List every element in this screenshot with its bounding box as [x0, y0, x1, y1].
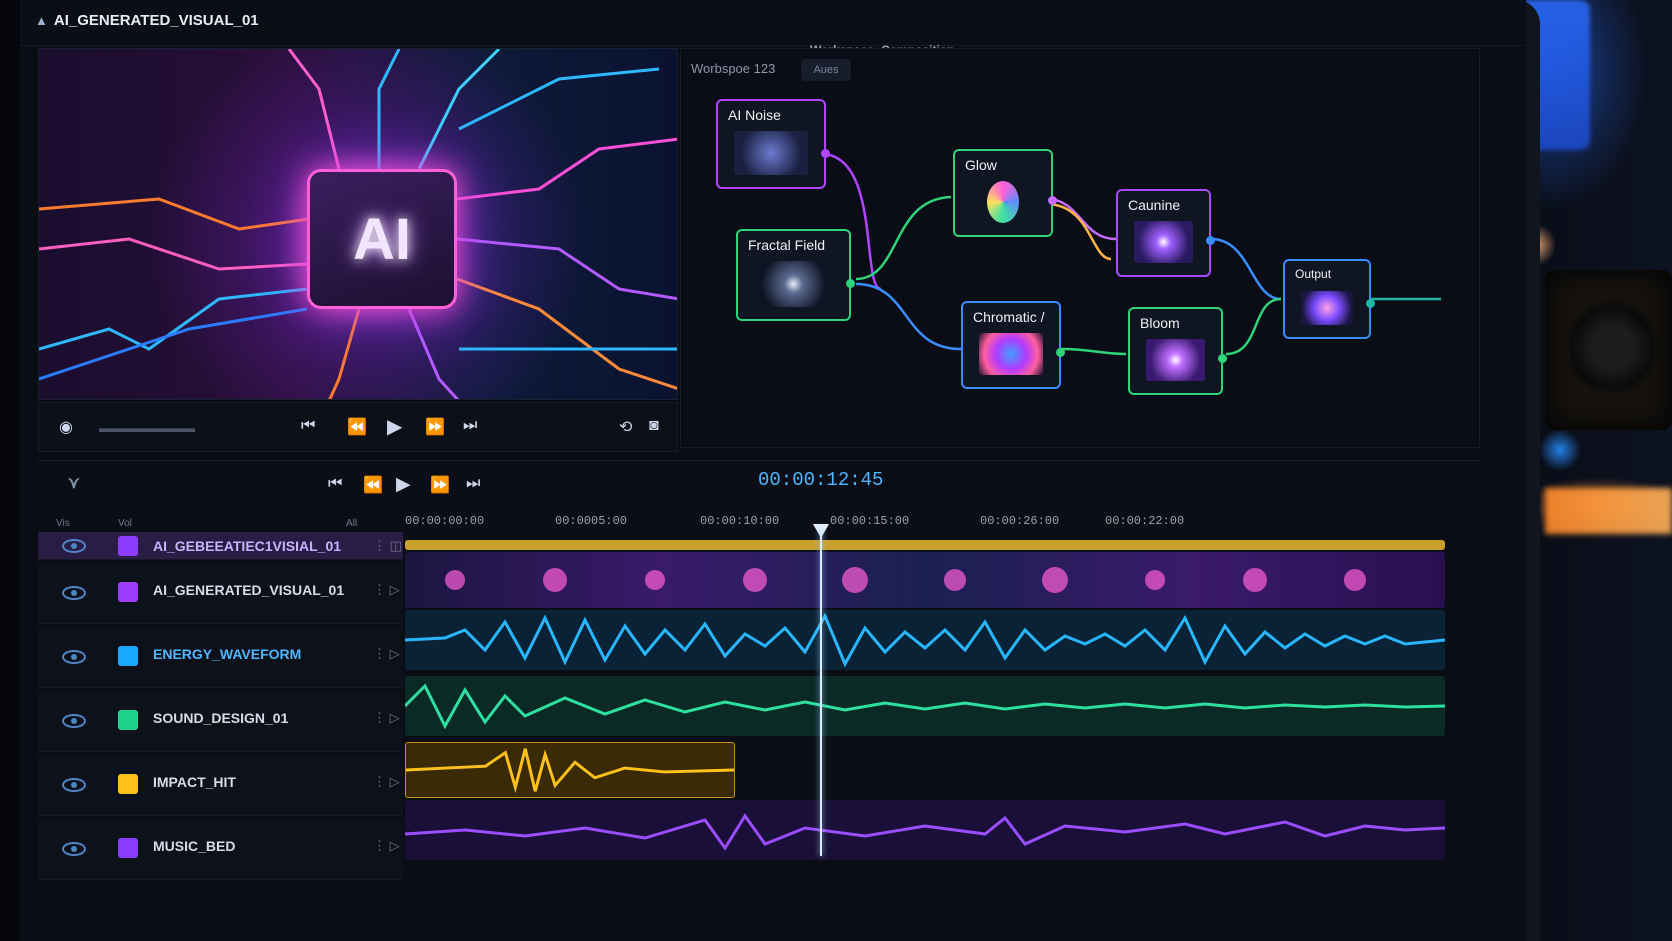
next-frame-icon[interactable]: ⏩	[425, 417, 445, 437]
ruler-tick: 00:00:26:00	[980, 514, 1060, 528]
node-caunine[interactable]: Caunine	[1116, 189, 1215, 277]
eye-icon[interactable]	[62, 539, 86, 553]
visibility-icon[interactable]: ◉	[59, 417, 73, 437]
track-header[interactable]: IMPACT_HIT ⋮ ▷	[38, 754, 403, 816]
monitor-screen: ▲ AI_GENERATED_VISUAL_01 Workspace: Comp…	[20, 0, 1540, 941]
clip-impact-hit[interactable]	[405, 742, 735, 798]
track-options-icon[interactable]: ⋮ ▷	[373, 646, 400, 662]
column-all: All	[346, 518, 358, 529]
node-glow[interactable]: Glow	[953, 149, 1057, 237]
track-header[interactable]: SOUND_DESIGN_01 ⋮ ▷	[38, 690, 403, 752]
snapshot-icon[interactable]: ◙	[649, 417, 659, 435]
waveform-energy	[405, 612, 1445, 668]
track-color-swatch	[118, 838, 138, 858]
node-graph[interactable]: Worbspoe 123 Aues AI Noise Fractal Field	[680, 48, 1480, 448]
step-back-icon[interactable]: ⏮	[301, 417, 315, 435]
node-label: Chromatic /	[973, 309, 1045, 325]
preview-transport: ◉ ▬▬▬▬▬▬▬▬ ⏮ ⏪ ▶ ⏩ ⏭ ⟲ ◙	[38, 402, 678, 452]
node-bloom[interactable]: Bloom	[1128, 307, 1227, 395]
track-options-icon[interactable]: ⋮ ▷	[373, 838, 400, 854]
track-color-swatch	[118, 774, 138, 794]
ruler-tick: 00:0005:00	[555, 514, 628, 528]
clip-sound-design[interactable]	[405, 676, 1445, 736]
node-label: Output	[1295, 267, 1332, 281]
ruler-tick: 00:00:10:00	[700, 514, 780, 528]
track-color-swatch	[118, 646, 138, 666]
column-volume: Vol	[118, 518, 132, 529]
track-header[interactable]: AI_GEBEEATIEC1VISIAL_01 ⋮ ◫	[38, 532, 403, 560]
tl-go-end-icon[interactable]: ⏭	[466, 475, 480, 493]
app-title: ▲ AI_GENERATED_VISUAL_01	[35, 12, 259, 29]
tl-next-icon[interactable]: ⏩	[430, 475, 450, 495]
tl-play-icon[interactable]: ▶	[396, 473, 411, 496]
preview-scrub-bar[interactable]: ▬▬▬▬▬▬▬▬	[99, 421, 195, 435]
work-area-bar[interactable]	[405, 540, 1445, 550]
clip-ai-generated-visual[interactable]	[405, 552, 1445, 608]
track-color-swatch	[118, 710, 138, 730]
eye-icon[interactable]	[62, 650, 86, 664]
waveform-sound-design	[405, 683, 1445, 730]
video-preview[interactable]: AI	[38, 48, 678, 400]
track-options-icon[interactable]: ⋮ ▷	[373, 582, 400, 598]
node-fractal-field[interactable]: Fractal Field	[736, 229, 855, 321]
track-color-swatch	[118, 582, 138, 602]
track-header[interactable]: ENERGY_WAVEFORM ⋮ ▷	[38, 626, 403, 688]
node-label: Fractal Field	[748, 237, 826, 253]
track-options-icon[interactable]: ⋮ ▷	[373, 774, 400, 790]
column-visibility: Vis	[56, 518, 70, 529]
ruler-tick: 00:00:22:00	[1105, 514, 1185, 528]
ruler-tick: 00:00:00:00	[405, 514, 485, 528]
eye-icon[interactable]	[62, 714, 86, 728]
ambient-orange-light	[1545, 488, 1672, 534]
track-name: AI_GEBEEATIEC1VISIAL_01	[153, 538, 342, 554]
timecode-display: 00:00:12:45	[758, 469, 884, 491]
track-name: MUSIC_BED	[153, 838, 236, 854]
track-options-icon[interactable]: ⋮ ▷	[373, 710, 400, 726]
ruler-tick: 00:00:15:00	[830, 514, 910, 528]
track-name: ENERGY_WAVEFORM	[153, 646, 302, 662]
prev-frame-icon[interactable]: ⏪	[347, 417, 367, 437]
clip-energy-waveform[interactable]	[405, 610, 1445, 670]
chip-text: AI	[353, 206, 411, 272]
node-label: Caunine	[1128, 197, 1181, 213]
node-chromatic[interactable]: Chromatic /	[961, 301, 1065, 389]
node-label: Glow	[965, 157, 997, 173]
node-output[interactable]: Output	[1283, 259, 1375, 339]
studio-speaker	[1545, 270, 1672, 430]
tl-prev-icon[interactable]: ⏪	[363, 475, 383, 495]
eye-icon[interactable]	[62, 586, 86, 600]
timeline-logo-icon: ⋎	[68, 475, 80, 492]
timeline-transport: ⋎ ⏮ ⏪ ▶ ⏩ ⏭ 00:00:12:45	[38, 460, 1480, 505]
playhead[interactable]	[820, 526, 822, 856]
track-name: IMPACT_HIT	[153, 774, 236, 790]
node-label: AI Noise	[728, 107, 781, 123]
lock-icon[interactable]	[118, 536, 138, 556]
eye-icon[interactable]	[62, 842, 86, 856]
step-forward-icon[interactable]: ⏭	[463, 417, 477, 435]
title-bar: ▲ AI_GENERATED_VISUAL_01	[20, 0, 1526, 46]
time-ruler[interactable]: 00:00:00:00 00:0005:00 00:00:10:00 00:00…	[405, 508, 1480, 540]
video-thumbnails	[445, 567, 1366, 593]
node-ai-noise[interactable]: AI Noise	[716, 99, 830, 189]
track-name: AI_GENERATED_VISUAL_01	[153, 582, 345, 598]
waveform-music-bed	[405, 813, 1445, 851]
flask-icon: ▲	[35, 13, 48, 28]
track-header[interactable]: MUSIC_BED ⋮ ▷	[38, 818, 403, 880]
app-title-text: AI_GENERATED_VISUAL_01	[53, 12, 259, 29]
play-icon[interactable]: ▶	[387, 414, 402, 439]
tl-go-start-icon[interactable]: ⏮	[328, 475, 342, 493]
node-label: Bloom	[1140, 315, 1180, 331]
track-options-icon[interactable]: ⋮ ◫	[373, 538, 402, 554]
waveform-impact	[406, 748, 734, 794]
eye-icon[interactable]	[62, 778, 86, 792]
loop-icon[interactable]: ⟲	[619, 417, 632, 437]
track-name: SOUND_DESIGN_01	[153, 710, 289, 726]
clip-music-bed[interactable]	[405, 800, 1445, 860]
track-header[interactable]: AI_GENERATED_VISUAL_01 ⋮ ▷	[38, 562, 403, 624]
ai-chip-graphic: AI	[307, 169, 457, 309]
